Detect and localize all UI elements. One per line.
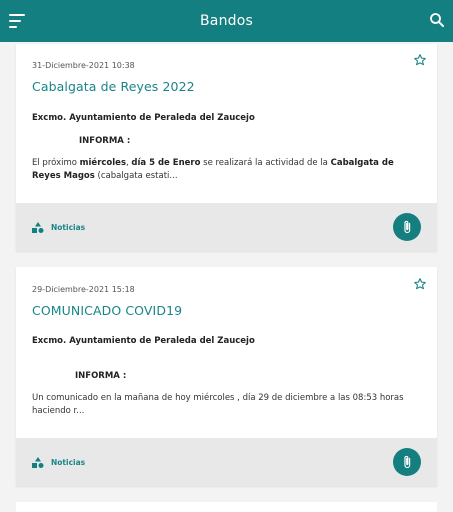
post-footer: Noticias	[16, 438, 437, 486]
post-footer: Noticias	[16, 203, 437, 251]
category-link[interactable]: Noticias	[32, 457, 85, 468]
page-title: Bandos	[199, 13, 253, 29]
excerpt-run: El próximo	[32, 158, 80, 168]
menu-icon[interactable]	[9, 14, 25, 28]
excerpt-run: día 5 de Enero	[131, 158, 201, 168]
post-excerpt: Un comunicado en la mañana de hoy miérco…	[32, 392, 424, 418]
post-card[interactable]: 29-Diciembre-2021 15:18 COMUNICADO COVID…	[16, 267, 437, 486]
star-outline-icon[interactable]	[413, 277, 427, 291]
paperclip-icon	[404, 220, 411, 234]
excerpt-run: Un comunicado en la mañana de hoy miérco…	[32, 393, 404, 416]
bandos-list[interactable]: 31-Diciembre-2021 10:38 Cabalgata de Rey…	[0, 42, 453, 512]
excerpt-run: (cabalgata estati...	[94, 171, 178, 181]
post-informa: INFORMA :	[79, 136, 131, 146]
post-informa: INFORMA :	[75, 371, 127, 381]
post-excerpt: El próximo miércoles, día 5 de Enero se …	[32, 157, 424, 183]
app-bar: Bandos	[0, 0, 453, 42]
attachment-button[interactable]	[393, 213, 421, 241]
post-date: 29-Diciembre-2021 15:18	[32, 285, 135, 294]
shapes-icon	[32, 457, 44, 468]
excerpt-run: se realizará la actividad de la	[200, 158, 331, 168]
post-date: 31-Diciembre-2021 10:38	[32, 61, 135, 70]
category-label: Noticias	[51, 223, 86, 232]
post-card[interactable]: 31-Diciembre-2021 10:38 Cabalgata de Rey…	[16, 44, 437, 251]
excerpt-run: miércoles	[79, 158, 126, 168]
post-issuer: Excmo. Ayuntamiento de Peraleda del Zauc…	[32, 113, 255, 123]
search-icon[interactable]	[429, 12, 445, 28]
post-card-partial[interactable]	[16, 502, 437, 512]
shapes-icon	[32, 222, 44, 233]
paperclip-icon	[404, 455, 411, 469]
post-issuer: Excmo. Ayuntamiento de Peraleda del Zauc…	[32, 336, 255, 346]
star-outline-icon[interactable]	[413, 53, 427, 67]
category-label: Noticias	[51, 458, 86, 467]
post-title[interactable]: COMUNICADO COVID19	[32, 303, 182, 318]
post-title[interactable]: Cabalgata de Reyes 2022	[32, 79, 195, 94]
attachment-button[interactable]	[393, 448, 421, 476]
category-link[interactable]: Noticias	[32, 222, 85, 233]
